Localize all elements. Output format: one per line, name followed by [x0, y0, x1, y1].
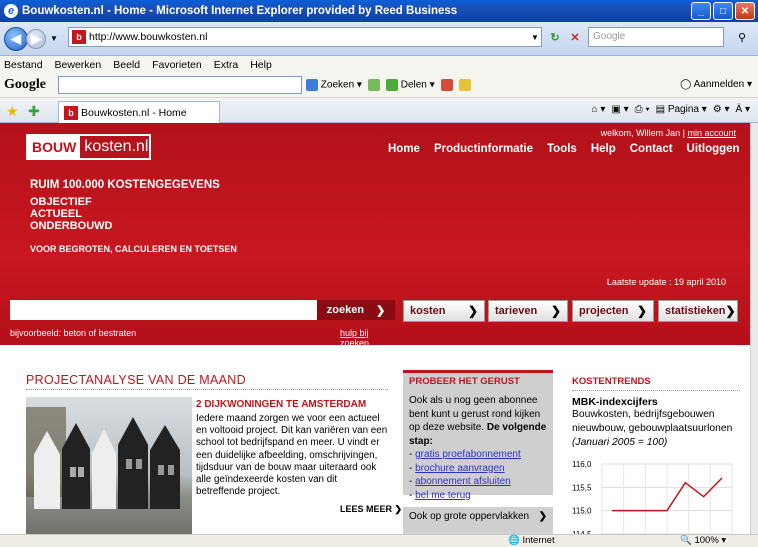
- probeer-title: PROBEER HET GERUST: [409, 376, 520, 387]
- chart-y-tick: 115,5: [572, 483, 592, 492]
- menu-bar: Bestand Bewerken Beeld Favorieten Extra …: [0, 56, 758, 73]
- proefabonnement-link[interactable]: gratis proefabonnement: [415, 449, 521, 460]
- project-title[interactable]: 2 DIJKWONINGEN TE AMSTERDAM: [196, 399, 366, 410]
- url-dropdown-icon[interactable]: ▼: [528, 28, 542, 46]
- browser-search-icon[interactable]: ⚲: [734, 28, 750, 46]
- welcome-text: welkom, Willem Jan | min account: [600, 128, 736, 138]
- probeer-box: PROBEER HET GERUST Ook als u nog geen ab…: [403, 370, 553, 501]
- zoom-level[interactable]: 🔍 100% ▾: [680, 535, 726, 546]
- google-search-button[interactable]: Zoeken ▾: [306, 79, 362, 91]
- ie-logo-icon: e: [4, 4, 18, 18]
- tools-icon[interactable]: ⚙ ▾: [713, 104, 730, 115]
- last-update: Laatste update : 19 april 2010: [606, 277, 726, 287]
- refresh-icon[interactable]: ↻: [546, 28, 564, 46]
- search-button[interactable]: zoeken ❯: [317, 300, 395, 320]
- site-search-input[interactable]: [10, 300, 317, 320]
- share-button[interactable]: Delen ▾: [385, 79, 435, 91]
- lees-meer-link[interactable]: LEES MEER ❯: [340, 504, 402, 515]
- project-section-title: PROJECTANALYSE VAN DE MAAND: [26, 373, 246, 387]
- brochure-link[interactable]: brochure aanvragen: [415, 463, 505, 474]
- nav-uitloggen[interactable]: Uitloggen: [687, 143, 740, 155]
- google-logo: Google: [4, 77, 46, 92]
- print-icon[interactable]: ⎙ ▾: [635, 104, 650, 115]
- internet-zone: 🌐 Internet: [508, 535, 555, 546]
- abonnement-link[interactable]: abonnement afsluiten: [415, 476, 511, 487]
- browser-search-input[interactable]: Google: [588, 27, 724, 47]
- project-description: Iedere maand zorgen we voor een actueel …: [196, 413, 388, 498]
- search-hints: bijvoorbeeld: beton of bestraten hulp bi…: [10, 328, 390, 348]
- window-titlebar: e Bouwkosten.nl - Home - Microsoft Inter…: [0, 0, 758, 22]
- history-dropdown-icon[interactable]: ▼: [50, 34, 58, 43]
- page-menu[interactable]: ▤ Pagina ▾: [656, 104, 707, 115]
- kostentrends-chart: 116,0115,5115,0114,5: [572, 460, 733, 534]
- menu-beeld[interactable]: Beeld: [113, 59, 140, 71]
- nav-help[interactable]: Help: [591, 143, 616, 155]
- mbk-note: (Januari 2005 = 100): [572, 437, 668, 448]
- hero-subline: VOOR BEGROTEN, CALCULEREN EN TOETSEN: [30, 244, 237, 254]
- menu-bestand[interactable]: Bestand: [4, 59, 43, 71]
- back-button[interactable]: ◀: [4, 26, 28, 51]
- google-plus-icon[interactable]: [367, 79, 380, 91]
- chart-y-tick: 116,0: [572, 460, 592, 469]
- stop-icon[interactable]: ✕: [566, 28, 584, 46]
- statistieken-button[interactable]: statistieken ❯: [658, 300, 738, 322]
- projecten-button[interactable]: projecten ❯: [572, 300, 654, 322]
- home-icon[interactable]: ⌂ ▾: [592, 104, 606, 115]
- search-row: zoeken ❯ kosten ❯ tarieven ❯ projecten ❯ sta…: [0, 298, 750, 323]
- grote-oppervlakken-box[interactable]: Ook op grote oppervlakken ❯: [403, 507, 553, 534]
- window-title: Bouwkosten.nl - Home - Microsoft Interne…: [22, 5, 458, 17]
- bel-me-terug-link[interactable]: bel me terug: [415, 490, 471, 501]
- minimize-button[interactable]: _: [691, 2, 711, 20]
- menu-help[interactable]: Help: [250, 59, 272, 71]
- page-viewport: BOUW kosten.nl welkom, Willem Jan | min …: [0, 123, 750, 534]
- menu-extra[interactable]: Extra: [214, 59, 239, 71]
- top-navigation: Home Productinformatie Tools Help Contac…: [388, 143, 740, 155]
- hulp-bij-zoeken-link[interactable]: hulp bij zoeken: [340, 328, 390, 348]
- vertical-scrollbar[interactable]: [750, 123, 758, 534]
- site-logo[interactable]: BOUW kosten.nl: [26, 134, 151, 160]
- min-account-link[interactable]: min account: [687, 128, 736, 138]
- status-bar: 🌐 Internet 🔍 100% ▾: [0, 534, 758, 547]
- kostentrends-panel: KOSTENTRENDS MBK-indexcijfers Bouwkosten…: [572, 376, 740, 450]
- forward-button[interactable]: ▶: [26, 28, 46, 49]
- hero-tags: OBJECTIEF ACTUEEL ONDERBOUWD: [30, 196, 113, 232]
- favorites-star-icon[interactable]: ★: [6, 103, 19, 120]
- maximize-button[interactable]: □: [713, 2, 733, 20]
- close-button[interactable]: ✕: [735, 2, 755, 20]
- google-search-input[interactable]: [58, 76, 302, 94]
- site-favicon-icon: b: [72, 30, 86, 44]
- site-header: BOUW kosten.nl welkom, Willem Jan | min …: [0, 123, 750, 348]
- url-field[interactable]: b http://www.bouwkosten.nl: [68, 27, 542, 47]
- popup-blocker-icon[interactable]: [440, 79, 453, 91]
- menu-bewerken[interactable]: Bewerken: [55, 59, 102, 71]
- mbk-title: MBK-indexcijfers: [572, 396, 658, 408]
- kosten-button[interactable]: kosten ❯: [403, 300, 485, 322]
- nav-productinformatie[interactable]: Productinformatie: [434, 143, 533, 155]
- google-toolbar: Google Zoeken ▾ Delen ▾ ◯ Aanmelden ▾: [0, 73, 758, 98]
- feeds-icon[interactable]: ▣ ▾: [611, 104, 628, 115]
- hero-headline: RUIM 100.000 KOSTENGEGEVENS: [30, 179, 220, 191]
- tab-bouwkosten-home[interactable]: b Bouwkosten.nl - Home: [58, 101, 220, 123]
- aanmelden-button[interactable]: ◯ Aanmelden ▾: [680, 79, 752, 90]
- mbk-description: Bouwkosten, bedrijfsgebouwen nieuwbouw, …: [572, 409, 733, 434]
- nav-contact[interactable]: Contact: [630, 143, 673, 155]
- nav-tools[interactable]: Tools: [547, 143, 577, 155]
- tab-bar: ★ ✚ b Bouwkosten.nl - Home ⌂ ▾ ▣ ▾ ⎙ ▾ ▤…: [0, 98, 758, 123]
- search-example: bijvoorbeeld: beton of bestraten: [10, 328, 137, 338]
- tarieven-button[interactable]: tarieven ❯: [488, 300, 568, 322]
- highlight-icon[interactable]: [458, 79, 471, 91]
- project-image[interactable]: [26, 397, 192, 534]
- menu-favorieten[interactable]: Favorieten: [152, 59, 202, 71]
- address-toolbar: ◀ ▶ ▼ b http://www.bouwkosten.nl ▼ ↻ ✕ G…: [0, 22, 758, 56]
- chart-y-tick: 115,0: [572, 507, 592, 516]
- add-favorite-icon[interactable]: ✚: [28, 103, 40, 120]
- research-icon[interactable]: Ä ▾: [736, 104, 750, 115]
- kostentrends-title: KOSTENTRENDS: [572, 376, 740, 391]
- nav-home[interactable]: Home: [388, 143, 420, 155]
- tab-favicon-icon: b: [64, 105, 78, 120]
- section-divider: [26, 389, 388, 390]
